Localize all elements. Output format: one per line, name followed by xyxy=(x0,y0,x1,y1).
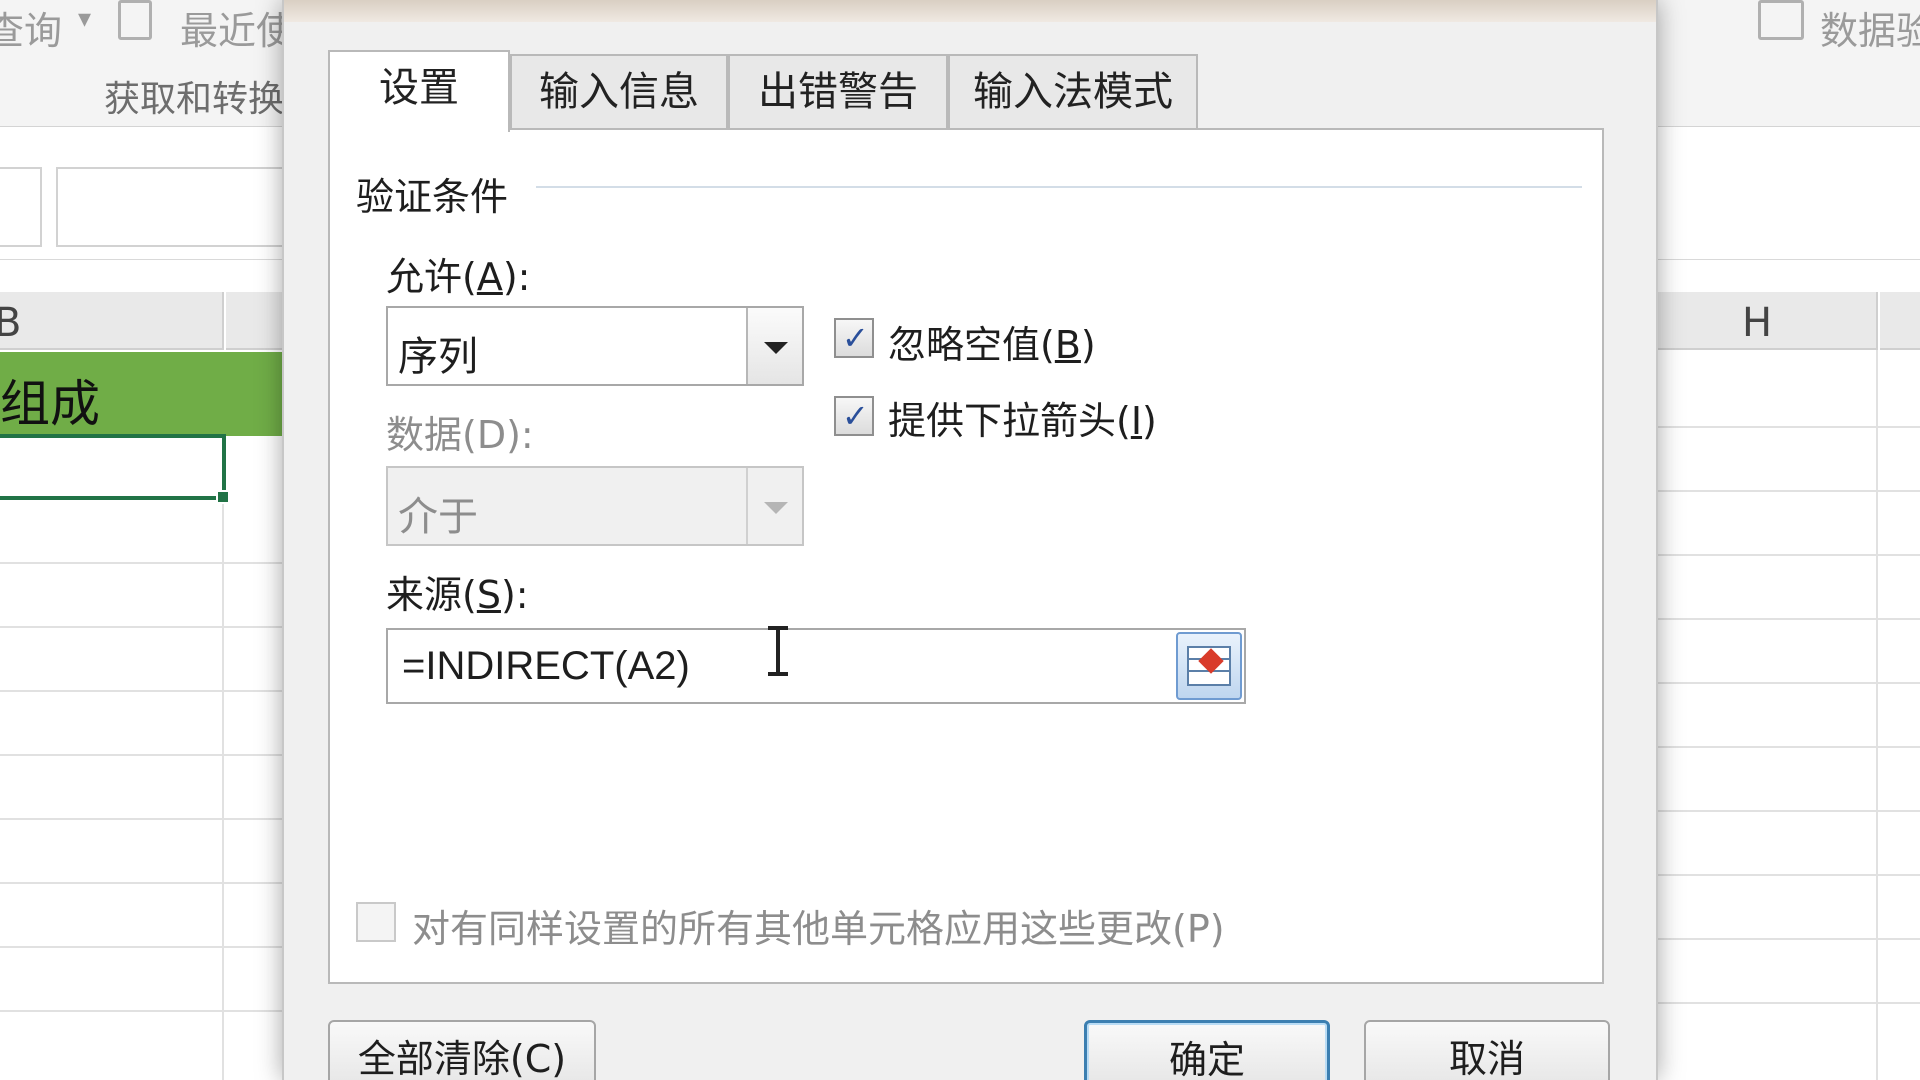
ignore-blank-label: 忽略空值(B) xyxy=(888,323,1096,367)
column-header-i[interactable] xyxy=(1880,292,1920,350)
apply-all-checkbox xyxy=(356,902,396,942)
allow-dropdown-button[interactable] xyxy=(746,308,802,384)
column-b-label: B xyxy=(0,300,22,346)
apply-all-label: 对有同样设置的所有其他单元格应用这些更改(P) xyxy=(412,907,1225,951)
grid-line xyxy=(1658,1002,1920,1004)
grid-line xyxy=(1658,746,1920,748)
in-cell-dropdown-checkbox[interactable]: ✓ xyxy=(834,396,874,436)
ribbon-data-validation-button[interactable]: 数据验 xyxy=(1820,0,1920,55)
source-input-value: =INDIRECT(A2) xyxy=(402,644,690,688)
source-input[interactable]: =INDIRECT(A2) xyxy=(386,628,1246,704)
grid-line xyxy=(0,946,290,948)
ribbon-recent-button[interactable]: 最近使 xyxy=(180,0,294,55)
clear-all-button[interactable]: 全部清除(C) xyxy=(328,1020,596,1080)
tab-error-alert[interactable]: 出错警告 xyxy=(728,54,948,130)
data-validation-icon xyxy=(1758,0,1804,40)
text-cursor-icon xyxy=(768,626,788,676)
active-cell[interactable] xyxy=(0,434,226,500)
ok-button[interactable]: 确定 xyxy=(1084,1020,1330,1080)
data-label: 数据(D): xyxy=(386,413,534,457)
data-validation-dialog: 设置 输入信息 出错警告 输入法模式 验证条件 允许(A): 序列 数据(D):… xyxy=(282,0,1658,1080)
grid-line xyxy=(1658,810,1920,812)
grid-line xyxy=(1876,350,1878,1080)
in-cell-dropdown-label: 提供下拉箭头(I) xyxy=(888,399,1157,443)
grid-line xyxy=(1658,426,1920,428)
tab-ime-mode[interactable]: 输入法模式 xyxy=(948,54,1198,130)
grid-line xyxy=(0,626,290,628)
data-dropdown-button xyxy=(746,468,802,544)
data-select: 介于 xyxy=(386,466,804,546)
allow-select[interactable]: 序列 xyxy=(386,306,804,386)
section-title: 验证条件 xyxy=(356,175,509,219)
dropdown-arrow-icon: ▾ xyxy=(78,4,92,34)
name-box[interactable] xyxy=(0,167,42,247)
grid-line xyxy=(222,500,224,1080)
grid-line xyxy=(1658,682,1920,684)
grid-line xyxy=(0,690,290,692)
grid-line xyxy=(0,562,290,564)
range-select-button[interactable] xyxy=(1176,632,1242,700)
grid-line xyxy=(0,754,290,756)
cell-b1-text: 组成 xyxy=(0,375,100,433)
fill-handle[interactable] xyxy=(216,490,230,504)
section-divider xyxy=(536,186,1582,188)
grid-line xyxy=(1658,874,1920,876)
checkmark-icon: ✓ xyxy=(842,319,869,357)
column-header-h[interactable]: H xyxy=(1658,292,1878,350)
dialog-title-bar xyxy=(284,0,1656,22)
chevron-down-icon xyxy=(764,502,788,514)
formula-input[interactable] xyxy=(56,167,296,247)
column-header-b[interactable]: B xyxy=(0,292,224,350)
chevron-down-icon xyxy=(764,342,788,354)
tab-settings[interactable]: 设置 xyxy=(328,50,510,132)
cancel-button[interactable]: 取消 xyxy=(1364,1020,1610,1080)
ribbon-group-label: 获取和转换 xyxy=(104,79,285,120)
tab-input-message[interactable]: 输入信息 xyxy=(510,54,728,130)
grid-line xyxy=(0,882,290,884)
grid-line xyxy=(0,1010,290,1012)
grid-line xyxy=(1658,618,1920,620)
allow-select-value: 序列 xyxy=(398,334,478,380)
checkmark-icon: ✓ xyxy=(842,397,869,435)
allow-label: 允许(A): xyxy=(386,255,531,299)
grid-line xyxy=(1658,554,1920,556)
ribbon-query-button[interactable]: 查询 xyxy=(0,0,62,55)
recent-sources-icon xyxy=(118,0,152,40)
grid-line xyxy=(0,818,290,820)
grid-line xyxy=(1658,938,1920,940)
source-label: 来源(S): xyxy=(386,573,529,617)
data-select-value: 介于 xyxy=(398,494,478,540)
column-h-label: H xyxy=(1742,300,1773,346)
ignore-blank-checkbox[interactable]: ✓ xyxy=(834,318,874,358)
grid-line xyxy=(1658,490,1920,492)
